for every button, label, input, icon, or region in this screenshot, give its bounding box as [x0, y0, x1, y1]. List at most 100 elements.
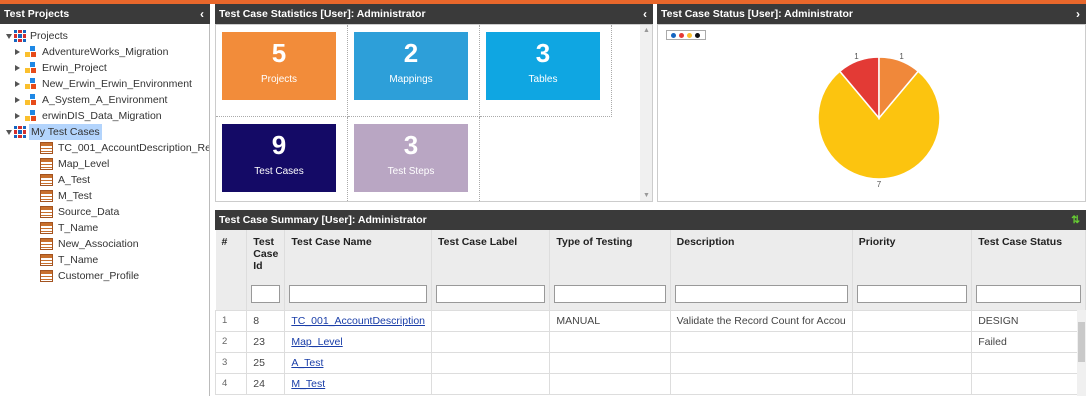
collapse-stats-icon[interactable]: ‹: [643, 4, 647, 24]
column-header[interactable]: Test Case Id: [246, 230, 286, 278]
tree-test-case-item[interactable]: T_Name: [0, 220, 209, 236]
pie-slice-label: 1: [854, 52, 859, 61]
table-row[interactable]: 3 25 A_Test: [215, 351, 1086, 374]
tree-project-item[interactable]: A_System_A_Environment: [0, 92, 209, 108]
test-case-link[interactable]: A_Test: [291, 357, 323, 369]
column-filter-input[interactable]: [976, 284, 1081, 303]
table-icon: [40, 174, 53, 186]
status-pie-chart: 7 1 1: [817, 52, 941, 189]
summary-header: Test Case Summary [User]: Administrator …: [215, 210, 1086, 230]
stat-tile-cell: 2 Mappings: [348, 25, 480, 117]
column-filter-input[interactable]: [856, 284, 968, 303]
column-filter-input[interactable]: [436, 284, 546, 303]
table-cell-type: MANUAL: [549, 309, 671, 332]
legend-dot[interactable]: [687, 33, 692, 38]
tree-test-case-item[interactable]: Customer_Profile: [0, 268, 209, 284]
stat-tile[interactable]: 5 Projects: [222, 32, 336, 100]
test-case-link[interactable]: M_Test: [291, 378, 325, 390]
column-filter-input[interactable]: [674, 284, 848, 303]
tree-test-case-label: TC_001_AccountDescription_Reco: [58, 142, 210, 154]
scroll-down-icon[interactable]: ▼: [643, 192, 650, 199]
test-case-link[interactable]: TC_001_AccountDescription: [291, 315, 425, 327]
expand-project-icon[interactable]: [15, 81, 20, 87]
filter-cell: [549, 278, 671, 310]
tree-project-item[interactable]: AdventureWorks_Migration: [0, 44, 209, 60]
tree-project-item[interactable]: erwinDIS_Data_Migration: [0, 108, 209, 124]
filter-cell: [284, 278, 432, 310]
table-cell-type: [549, 330, 671, 353]
stat-tile-value: 3: [535, 38, 551, 68]
cell-text: DESIGN: [978, 314, 1019, 327]
tree-node-projects[interactable]: Projects: [0, 28, 209, 44]
stat-tile[interactable]: 3 Tables: [486, 32, 600, 100]
tree-test-case-item[interactable]: Source_Data: [0, 204, 209, 220]
chart-legend[interactable]: [666, 30, 706, 40]
expand-project-icon[interactable]: [15, 65, 20, 71]
table-cell-label: [430, 309, 551, 332]
column-filter-input[interactable]: [251, 284, 281, 303]
stats-scrollbar[interactable]: ▲ ▼: [640, 25, 652, 201]
table-cell-desc: [669, 351, 853, 374]
stat-tile[interactable]: 2 Mappings: [354, 32, 468, 100]
cell-text: 4: [222, 378, 228, 389]
tree-test-case-item[interactable]: M_Test: [0, 188, 209, 204]
table-icon: [40, 270, 53, 282]
expand-status-icon[interactable]: ›: [1076, 4, 1080, 24]
table-icon: [40, 190, 53, 202]
test-projects-tree: Projects AdventureWorks_Migration Erwin_P…: [0, 24, 210, 396]
expand-project-icon[interactable]: [15, 113, 20, 119]
column-header[interactable]: Priority: [852, 230, 973, 278]
tree-test-case-item[interactable]: TC_001_AccountDescription_Reco: [0, 140, 210, 156]
table-row[interactable]: 1 8 TC_001_AccountDescription MANUAL Validat…: [215, 309, 1086, 332]
table-cell-name: A_Test: [284, 351, 432, 374]
tree-test-case-item[interactable]: Map_Level: [0, 156, 209, 172]
tree-test-case-item[interactable]: A_Test: [0, 172, 209, 188]
column-filter-input[interactable]: [289, 284, 427, 303]
table-row[interactable]: 2 23 Map_Level Failed: [215, 330, 1086, 353]
column-header[interactable]: Test Case Status: [971, 230, 1086, 278]
column-header[interactable]: Description: [670, 230, 853, 278]
table-scroll-thumb[interactable]: [1078, 322, 1085, 362]
table-icon: [40, 142, 53, 154]
column-filter-input[interactable]: [554, 284, 666, 303]
expand-project-icon[interactable]: [15, 49, 20, 55]
status-chart-panel: 7 1 1: [657, 24, 1086, 202]
tree-node-my-test-cases[interactable]: My Test Cases: [0, 124, 209, 140]
refresh-icon[interactable]: ⇅: [1071, 210, 1080, 230]
table-row[interactable]: 4 24 M_Test: [215, 372, 1086, 395]
tree-test-case-item[interactable]: New_Association: [0, 236, 209, 252]
column-header[interactable]: Test Case Label: [431, 230, 551, 278]
cell-text: MANUAL: [556, 314, 601, 327]
tree-project-item[interactable]: New_Erwin_Erwin_Environment: [0, 76, 209, 92]
collapse-left-icon[interactable]: ‹: [200, 4, 204, 24]
scroll-up-icon[interactable]: ▲: [643, 27, 650, 34]
column-header[interactable]: #: [215, 230, 248, 278]
tree-project-label: Erwin_Project: [42, 62, 107, 74]
expand-projects-icon[interactable]: [6, 34, 12, 39]
summary-table-container: # Test Case Id Test Case Name Test Case Lab…: [215, 230, 1086, 396]
expand-test-cases-icon[interactable]: [6, 130, 12, 135]
tree-test-case-label: T_Name: [58, 222, 99, 234]
tree-project-label: New_Erwin_Erwin_Environment: [42, 78, 192, 90]
stat-tile[interactable]: 9 Test Cases: [222, 124, 336, 192]
column-header[interactable]: Test Case Name: [284, 230, 432, 278]
cell-text: 3: [222, 357, 228, 368]
cell-text: Validate the Record Count for Accou: [676, 314, 846, 327]
table-cell-status: DESIGN: [971, 309, 1086, 332]
table-cell-status: [971, 351, 1086, 374]
test-case-link[interactable]: Map_Level: [291, 336, 342, 348]
tree-test-case-item[interactable]: T_Name: [0, 252, 209, 268]
stat-tile-label: Test Steps: [387, 166, 435, 177]
projects-grid-icon: [14, 30, 26, 42]
table-icon: [40, 254, 53, 266]
table-scrollbar[interactable]: [1077, 310, 1086, 396]
expand-project-icon[interactable]: [15, 97, 20, 103]
status-title: Test Case Status [User]: Administrator: [661, 8, 853, 20]
tree-project-item[interactable]: Erwin_Project: [0, 60, 209, 76]
legend-dot[interactable]: [695, 33, 700, 38]
legend-dot[interactable]: [671, 33, 676, 38]
column-header[interactable]: Type of Testing: [549, 230, 671, 278]
filter-cell: [852, 278, 973, 310]
legend-dot[interactable]: [679, 33, 684, 38]
stat-tile[interactable]: 3 Test Steps: [354, 124, 468, 192]
